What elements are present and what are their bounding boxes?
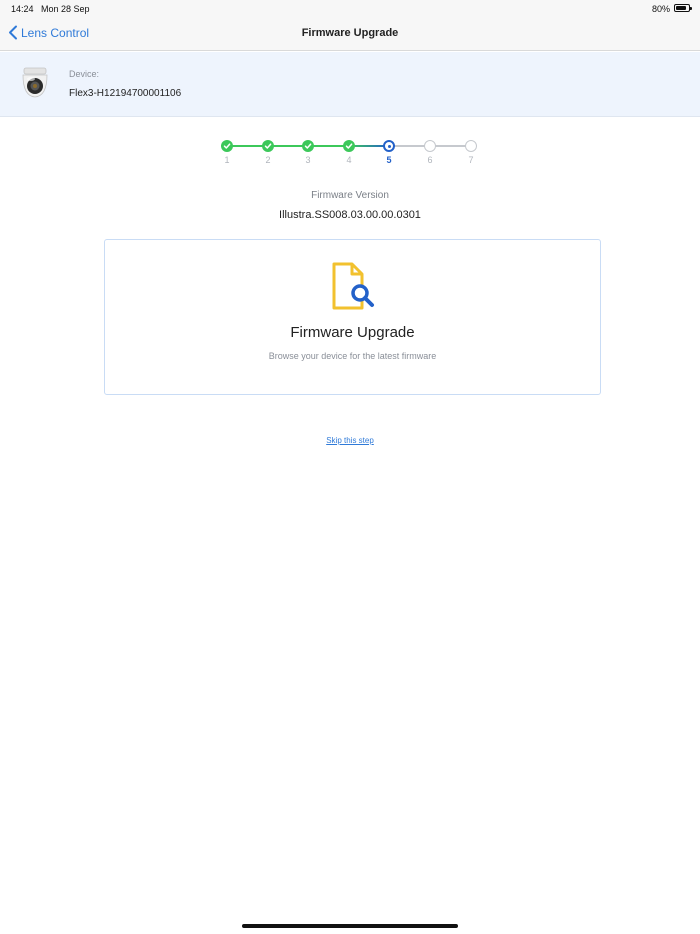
page-title: Firmware Upgrade [301,27,399,39]
firmware-version-value: Illustra.SS008.03.00.00.0301 [279,209,421,221]
step-1-number: 1 [224,155,230,165]
camera-image [22,67,48,98]
step-7-indicator [465,140,477,152]
checkmark-icon [223,143,231,149]
firmware-upgrade-card[interactable]: Firmware Upgrade Browse your device for … [104,239,601,395]
step-4-number: 4 [346,155,352,165]
step-3-indicator [302,140,314,152]
checkmark-icon [345,143,353,149]
step-6-indicator [424,140,436,152]
status-time: 14:24 [11,4,34,14]
device-header: Device: Flex3-H12194700001106 [0,52,700,117]
step-5-indicator [383,140,395,152]
step-7-number: 7 [468,155,474,165]
step-5-number: 5 [386,155,392,165]
navigation-bar: Lens Control Firmware Upgrade [0,18,700,51]
battery-percentage: 80% [651,4,670,14]
battery-icon [674,4,692,12]
step-2-indicator [262,140,274,152]
step-6-number: 6 [427,155,433,165]
status-date: Mon 28 Sep [41,4,90,14]
step-3-number: 3 [305,155,311,165]
skip-step-link[interactable]: Skip this step [326,436,374,445]
card-subtitle: Browse your device for the latest firmwa… [268,351,437,361]
status-bar: 14:24 Mon 28 Sep 80% [0,0,700,18]
device-label: Device: [69,69,100,79]
firmware-version-label: Firmware Version [311,190,389,201]
step-2-number: 2 [265,155,271,165]
card-title: Firmware Upgrade [290,324,415,341]
progress-stepper: 1 2 3 4 5 6 7 [0,137,700,169]
file-search-icon [332,262,374,310]
skip-step-link-row: Skip this step [0,436,700,445]
step-4-indicator [343,140,355,152]
device-id: Flex3-H12194700001106 [69,88,182,99]
checkmark-icon [304,143,312,149]
home-indicator[interactable] [242,924,458,928]
checkmark-icon [264,143,272,149]
step-1-indicator [221,140,233,152]
